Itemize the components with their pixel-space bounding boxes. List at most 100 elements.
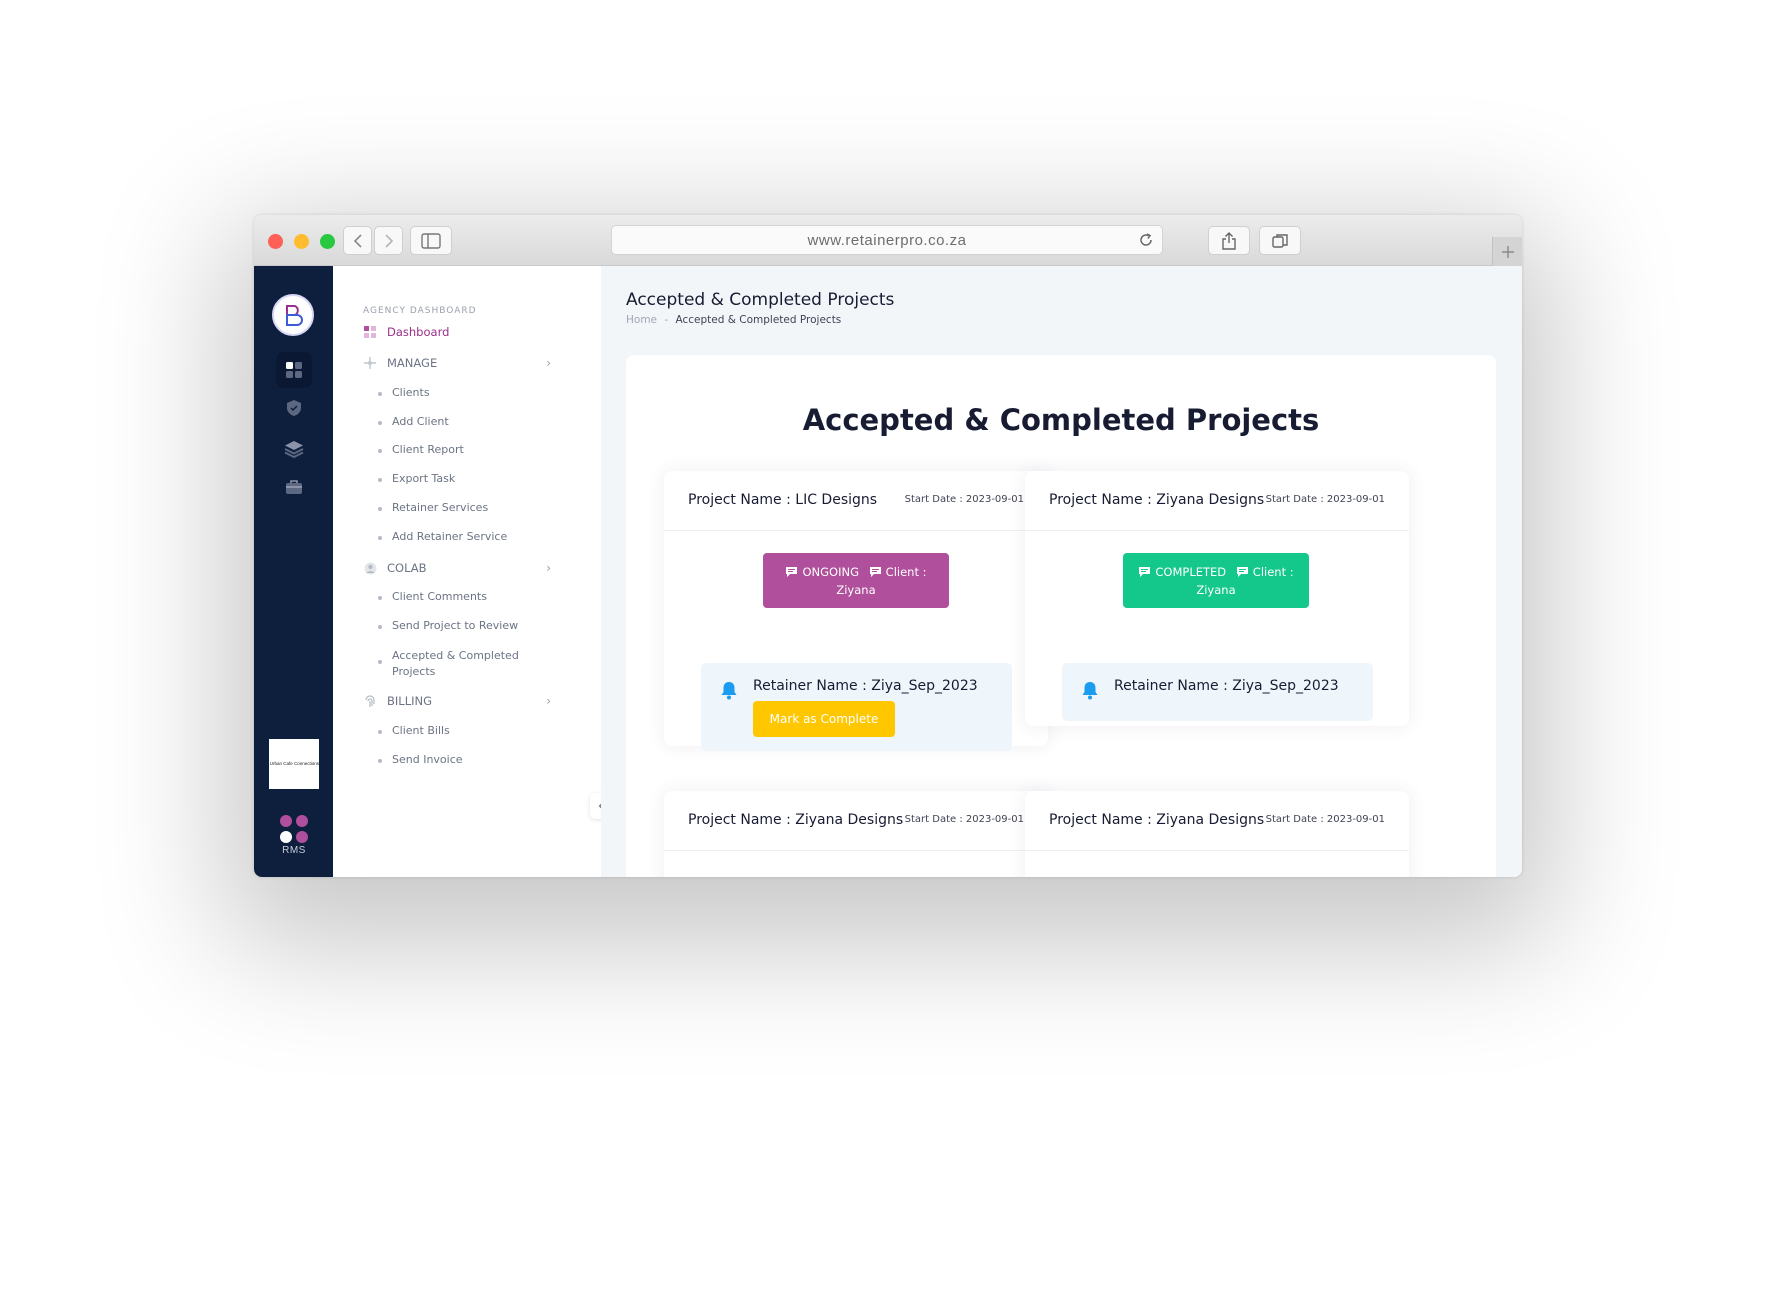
- sidebar-section-colab[interactable]: COLAB ›: [363, 561, 573, 575]
- sidebar-item-dashboard[interactable]: Dashboard: [363, 325, 449, 339]
- sidebar-item-add-retainer-service[interactable]: Add Retainer Service: [378, 530, 507, 543]
- status-text: COMPLETED: [1155, 565, 1227, 579]
- comment-icon: [869, 566, 881, 577]
- client-name: Ziyana: [1196, 583, 1236, 597]
- retainer-name: Retainer Name : Ziya_Sep_2023: [1114, 678, 1339, 694]
- tabs-icon: [1272, 233, 1288, 248]
- chevron-right-icon: ›: [546, 694, 551, 708]
- client-label: Client :: [885, 565, 927, 579]
- rail-dashboard-button[interactable]: [276, 352, 312, 388]
- sidebar-item-send-invoice[interactable]: Send Invoice: [378, 753, 463, 766]
- rms-dots-icon: [276, 815, 312, 843]
- card-header: Project Name : Ziyana Designs Start Date…: [1025, 471, 1409, 531]
- project-card: Project Name : Ziyana Designs Start Date…: [664, 791, 1048, 877]
- retainer-box: Retainer Name : Ziya_Sep_2023: [1062, 663, 1373, 721]
- sidebar-section-billing[interactable]: BILLING ›: [363, 694, 573, 708]
- sidebar-menu: AGENCY DASHBOARD Dashboard MANAGE › Clie…: [333, 266, 601, 877]
- fingerprint-icon: [363, 694, 377, 708]
- comment-icon: [786, 566, 798, 577]
- move-icon: [363, 356, 377, 370]
- sidebar-item-label: Projects: [392, 665, 436, 678]
- comment-icon: [1139, 566, 1151, 577]
- breadcrumb: Home - Accepted & Completed Projects: [626, 314, 841, 326]
- close-window-button[interactable]: [268, 234, 283, 249]
- page-title: Accepted & Completed Projects: [626, 290, 895, 310]
- sidebar-item-client-bills[interactable]: Client Bills: [378, 724, 450, 737]
- sidebar-item-retainer-services[interactable]: Retainer Services: [378, 501, 488, 514]
- sidebar-item-label: Add Retainer Service: [392, 530, 508, 543]
- sidebar-item-label: Client Comments: [392, 590, 487, 603]
- retainer-box: Retainer Name : Ziya_Sep_2023 Mark as Co…: [701, 663, 1012, 751]
- sidebar-item-label: Retainer Services: [392, 501, 489, 514]
- panel-title: Accepted & Completed Projects: [802, 403, 1320, 437]
- url-text: www.retainerpro.co.za: [807, 231, 967, 249]
- dashboard-icon: [363, 325, 377, 339]
- sidebar-item-label: Dashboard: [387, 325, 450, 339]
- grid-icon: [286, 362, 302, 378]
- start-date: Start Date : 2023-09-01: [1265, 494, 1385, 505]
- start-date: Start Date : 2023-09-01: [904, 494, 1024, 505]
- share-icon: [1222, 231, 1236, 250]
- sidebar-item-client-report[interactable]: Client Report: [378, 443, 464, 456]
- breadcrumb-home[interactable]: Home: [626, 314, 657, 326]
- chevron-right-icon: ›: [546, 561, 551, 575]
- sidebar-item-add-client[interactable]: Add Client: [378, 415, 449, 428]
- brand-text: Urban Cafe Connections: [269, 761, 319, 767]
- card-header: Project Name : Ziyana Designs Start Date…: [1025, 791, 1409, 851]
- bell-icon: [1082, 682, 1098, 700]
- project-name: Project Name : Ziyana Designs: [688, 812, 904, 828]
- maximize-window-button[interactable]: [320, 234, 335, 249]
- breadcrumb-current: Accepted & Completed Projects: [675, 314, 842, 326]
- sidebar-item-label: Send Project to Review: [392, 619, 519, 632]
- sidebar-item-label: Accepted & Completed: [392, 649, 519, 662]
- forward-button[interactable]: [374, 226, 403, 255]
- layers-icon: [284, 441, 304, 458]
- sidebar-toggle-button[interactable]: [410, 226, 452, 255]
- sidebar-item-export-task[interactable]: Export Task: [378, 472, 455, 485]
- chevron-right-icon: [384, 233, 393, 248]
- tabs-overview-button[interactable]: [1259, 226, 1301, 255]
- app-logo[interactable]: [272, 294, 314, 336]
- rail-briefcase-button[interactable]: [276, 469, 312, 505]
- comment-icon: [1236, 566, 1248, 577]
- sidebar-item-label: Send Invoice: [392, 753, 463, 766]
- rail-layers-button[interactable]: [276, 431, 312, 467]
- project-name: Project Name : Ziyana Designs: [1049, 492, 1265, 508]
- projects-panel: Accepted & Completed Projects Project Na…: [626, 355, 1496, 877]
- sidebar-item-accepted-completed-projects[interactable]: Accepted & Completed Projects: [378, 648, 519, 680]
- client-brand-logo: Urban Cafe Connections: [269, 739, 319, 789]
- mark-as-complete-button[interactable]: Mark as Complete: [753, 701, 895, 737]
- status-badge-completed: COMPLETED Client : Ziyana: [1123, 553, 1309, 608]
- sidebar-item-clients[interactable]: Clients: [378, 386, 430, 399]
- sidebar-item-label: Add Client: [392, 415, 449, 428]
- start-date: Start Date : 2023-09-01: [904, 814, 1024, 825]
- reload-icon[interactable]: [1138, 232, 1154, 248]
- rail-security-button[interactable]: [276, 390, 312, 426]
- minimize-window-button[interactable]: [294, 234, 309, 249]
- section-label: BILLING: [387, 694, 433, 708]
- address-bar[interactable]: www.retainerpro.co.za: [611, 225, 1163, 255]
- section-label: MANAGE: [387, 356, 438, 370]
- chevron-right-icon: ›: [546, 356, 551, 370]
- rms-label: RMS: [282, 845, 306, 856]
- status-badge-ongoing: ONGOING Client : Ziyana: [763, 553, 949, 608]
- project-name: Project Name : Ziyana Designs: [1049, 812, 1265, 828]
- start-date: Start Date : 2023-09-01: [1265, 814, 1385, 825]
- bell-icon: [721, 682, 737, 700]
- sidebar-item-label: Clients: [392, 386, 430, 399]
- sidebar-item-client-comments[interactable]: Client Comments: [378, 590, 487, 603]
- back-button[interactable]: [343, 226, 372, 255]
- sidebar-section-manage[interactable]: MANAGE ›: [363, 356, 573, 370]
- new-tab-button[interactable]: [1492, 237, 1522, 266]
- shield-icon: [287, 400, 301, 416]
- sidebar-item-send-project-to-review[interactable]: Send Project to Review: [378, 619, 518, 632]
- project-card: Project Name : LIC Designs Start Date : …: [664, 471, 1048, 751]
- project-card: Project Name : Ziyana Designs Start Date…: [1025, 791, 1409, 877]
- share-button[interactable]: [1208, 226, 1250, 255]
- user-icon: [363, 561, 377, 575]
- browser-window: www.retainerpro.co.za Urban Cafe Connect…: [254, 215, 1522, 877]
- project-card: Project Name : Ziyana Designs Start Date…: [1025, 471, 1409, 726]
- breadcrumb-separator: -: [664, 314, 669, 326]
- chevron-left-icon: [353, 233, 362, 248]
- logo-icon: [286, 305, 303, 326]
